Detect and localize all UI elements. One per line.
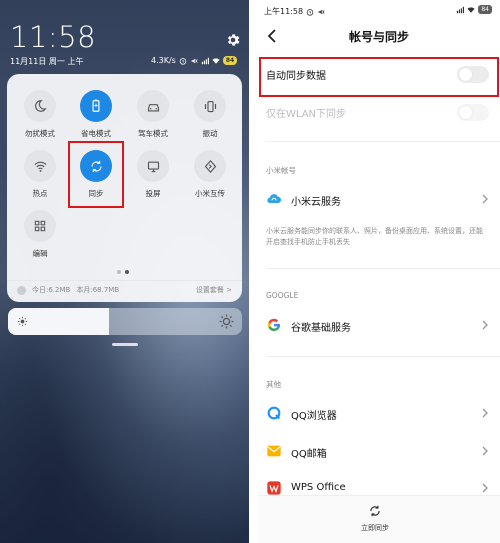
toggle-label: 驾车模式	[138, 129, 168, 138]
sync-now-icon[interactable]	[368, 504, 382, 518]
gear-icon[interactable]	[225, 32, 241, 48]
toggle-mi-share[interactable]: 小米互传	[180, 150, 240, 199]
toggle-label: 振动	[202, 129, 218, 138]
data-usage-icon	[17, 285, 26, 295]
brightness-low-icon	[17, 316, 28, 327]
alarm-icon	[306, 8, 314, 16]
chevron-right-icon	[482, 446, 488, 456]
divider	[7, 280, 242, 281]
mi-cloud-description: 小米云服务能同步你的联系人、照片，备份桌面应用、系统设置，还能开启查找手机防止手…	[266, 227, 483, 246]
item-label: WPS Office	[291, 482, 346, 493]
hotspot-icon	[33, 161, 47, 172]
page-indicator	[117, 270, 129, 274]
highlight-box-auto-sync	[259, 57, 499, 97]
alarm-icon	[179, 57, 187, 65]
section-header-xiaomi: 小米帐号	[266, 166, 296, 175]
qq-mail-icon	[267, 445, 281, 457]
toggle-label: 小米互传	[195, 189, 225, 198]
account-item-mi-cloud[interactable]: 小米云服务	[258, 184, 500, 214]
toggle-power-saver[interactable]: 省电模式	[66, 90, 126, 139]
toggle-label: 省电模式	[81, 129, 111, 138]
toggle-label: 热点	[32, 189, 48, 198]
clock: 11:58	[10, 20, 97, 54]
account-item-qq-browser[interactable]: QQ浏览器	[258, 398, 500, 428]
item-label: QQ浏览器	[291, 411, 337, 422]
item-label: QQ邮箱	[291, 449, 327, 460]
sync-now-button[interactable]: 立即同步	[258, 523, 492, 533]
account-item-qq-mail[interactable]: QQ邮箱	[258, 436, 500, 466]
usage-month: 本月:68.7MB	[76, 286, 120, 294]
toggle-driving-mode[interactable]: 驾车模式	[123, 90, 183, 139]
mi-cloud-icon	[267, 194, 282, 203]
divider	[266, 356, 500, 357]
battery-badge: 84	[222, 56, 238, 65]
mute-icon	[191, 58, 198, 63]
account-sync-screen: 上午11:58 84 帐号与同步 自动同步数据 仅在WLAN下同步 小米帐号 小…	[258, 0, 500, 543]
wlan-only-switch	[457, 104, 489, 121]
notification-shade: 11:58 11月11日 周一 上午 4.3K/s 84 勿扰模式 省电模式 驾…	[0, 0, 249, 543]
cast-screen-icon	[147, 161, 159, 172]
divider	[266, 268, 500, 269]
transfer-icon	[204, 159, 216, 173]
grid-icon	[34, 220, 46, 232]
usage-today: 今日:6.2MB	[32, 286, 71, 294]
divider	[266, 141, 500, 142]
status-time: 上午11:58	[264, 7, 304, 16]
signal-icon	[457, 6, 465, 13]
chevron-right-icon	[482, 483, 488, 493]
signal-icon	[201, 57, 209, 64]
bottom-action-bar: 立即同步	[258, 495, 500, 543]
wlan-only-label: 仅在WLAN下同步	[266, 109, 347, 120]
moon-icon	[35, 100, 47, 112]
wlan-only-row: 仅在WLAN下同步	[258, 97, 500, 127]
google-icon	[267, 318, 281, 332]
toggle-label: 编辑	[32, 249, 48, 258]
chevron-right-icon	[482, 194, 488, 204]
wps-office-icon	[267, 481, 281, 495]
net-speed: 4.3K/s	[151, 56, 176, 65]
toggle-hotspot[interactable]: 热点	[10, 150, 70, 199]
chevron-right-icon	[482, 320, 488, 330]
vibrate-icon	[204, 100, 216, 112]
page-title: 帐号与同步	[348, 30, 409, 44]
toggle-vibrate[interactable]: 振动	[180, 90, 240, 139]
toggle-cast[interactable]: 投屏	[123, 150, 183, 199]
qq-browser-icon	[267, 406, 281, 420]
shade-status-row: 4.3K/s 84	[151, 56, 238, 65]
set-plan-link[interactable]: 设置套餐 >	[196, 285, 232, 295]
battery-saver-icon	[92, 99, 100, 112]
section-header-google: GOOGLE	[266, 291, 299, 300]
section-header-other: 其他	[266, 380, 281, 389]
car-icon	[147, 103, 159, 111]
item-label: 谷歌基础服务	[291, 323, 351, 334]
drag-handle[interactable]	[112, 343, 138, 346]
brightness-high-icon	[219, 314, 234, 329]
toggle-dnd[interactable]: 勿扰模式	[10, 90, 70, 139]
page-dot[interactable]	[117, 270, 121, 274]
account-item-google[interactable]: 谷歌基础服务	[258, 310, 500, 340]
mute-icon	[318, 9, 325, 14]
status-bar: 上午11:58 84	[258, 0, 500, 20]
battery-badge: 84	[478, 5, 492, 14]
date-text: 11月11日 周一 上午	[10, 57, 84, 66]
toggle-edit[interactable]: 编辑	[10, 210, 70, 259]
quick-settings-panel: 勿扰模式 省电模式 驾车模式 振动 热点 同步 投屏 小米互传 编辑 今日:6.…	[7, 74, 242, 302]
highlight-box-sync	[68, 141, 124, 208]
page-dot-active[interactable]	[125, 270, 129, 274]
chevron-right-icon	[482, 408, 488, 418]
wifi-icon	[212, 57, 220, 64]
image-divider	[249, 0, 258, 543]
item-label: 小米云服务	[291, 197, 341, 208]
toggle-label: 投屏	[145, 189, 161, 198]
data-usage: 今日:6.2MB 本月:68.7MB	[17, 285, 119, 295]
brightness-slider[interactable]	[8, 308, 242, 335]
wifi-icon	[467, 6, 475, 13]
toggle-label: 勿扰模式	[25, 129, 55, 138]
